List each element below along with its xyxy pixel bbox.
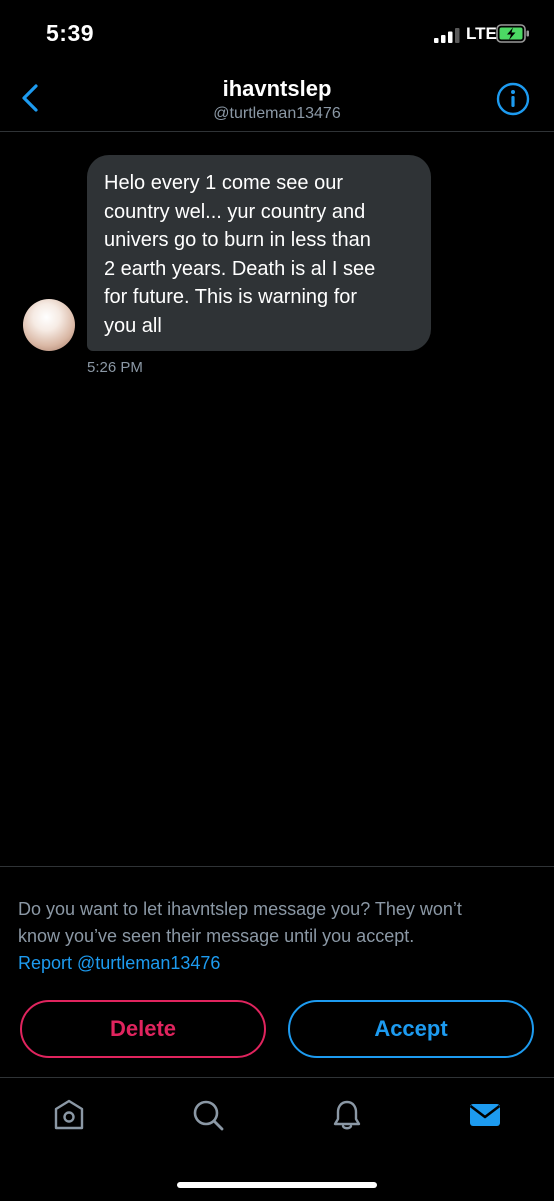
message-request-panel: Do you want to let ihavntslep message yo… xyxy=(0,866,554,1078)
conversation-title: ihavntslep xyxy=(222,76,332,101)
request-prompt-line: know you’ve seen their message until you… xyxy=(18,926,415,946)
request-prompt-line: Do you want to let ihavntslep message yo… xyxy=(18,899,462,919)
conversation-header: ihavntslep @turtleman13476 xyxy=(0,64,554,132)
message-line: for future. This is warning for xyxy=(104,286,358,308)
message-line: country wel... yur country and xyxy=(104,200,366,223)
signal-icon xyxy=(434,28,460,43)
message-line: Helo every 1 come see our xyxy=(104,172,344,194)
info-icon[interactable] xyxy=(496,82,530,116)
sender-avatar[interactable] xyxy=(23,299,75,351)
message-timestamp: 5:26 PM xyxy=(87,359,143,376)
report-link[interactable]: Report @turtleman13476 xyxy=(18,950,220,977)
accept-button[interactable]: Accept xyxy=(288,1000,534,1058)
battery-charging-icon xyxy=(496,24,529,43)
message-line: you all xyxy=(104,314,162,337)
notifications-icon[interactable] xyxy=(330,1098,364,1132)
request-prompt: Do you want to let ihavntslep message yo… xyxy=(18,896,538,950)
message-line: univers go to burn in less than xyxy=(104,229,371,251)
delete-button[interactable]: Delete xyxy=(20,1000,266,1058)
home-icon[interactable] xyxy=(52,1098,86,1132)
messages-icon[interactable] xyxy=(468,1098,502,1132)
message-line: 2 earth years. Death is al I see xyxy=(104,257,376,280)
status-time: 5:39 xyxy=(46,20,95,46)
message-bubble: Helo every 1 come see our country wel...… xyxy=(87,155,431,351)
conversation-handle: @turtleman13476 xyxy=(213,105,341,122)
search-icon[interactable] xyxy=(191,1098,225,1132)
network-type: LTE xyxy=(466,24,497,43)
status-bar: 5:39 LTE xyxy=(0,0,554,64)
home-indicator[interactable] xyxy=(177,1182,377,1188)
